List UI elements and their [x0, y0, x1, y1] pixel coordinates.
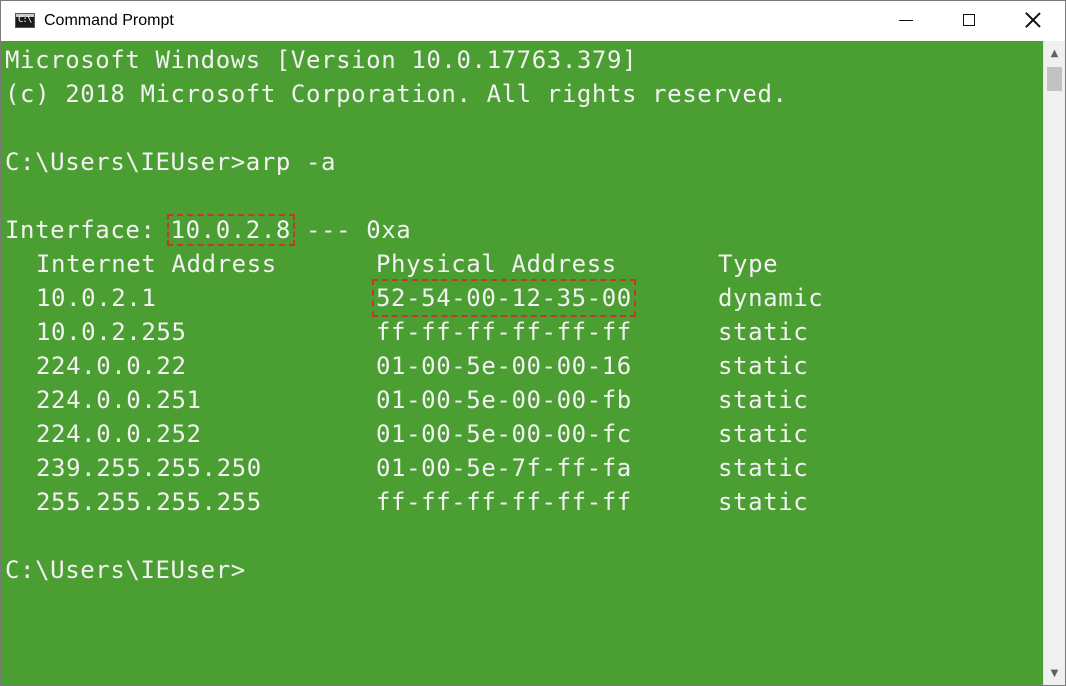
maximize-button[interactable] — [937, 1, 1001, 39]
row-internet-address: 224.0.0.22 — [36, 352, 187, 380]
title-bar[interactable]: C:\ Command Prompt — [1, 1, 1065, 41]
console-output[interactable]: Microsoft Windows [Version 10.0.17763.37… — [1, 41, 1043, 685]
header-internet-address: Internet Address — [36, 250, 277, 278]
console-prompt[interactable]: C:\Users\IEUser> — [5, 553, 246, 587]
row-type: static — [718, 352, 809, 380]
row-physical-address: 01-00-5e-00-00-fc — [376, 420, 632, 448]
interface-line: Interface: 10.0.2.8 --- 0xa — [5, 213, 411, 247]
interface-suffix: --- 0xa — [290, 216, 412, 244]
scroll-thumb[interactable] — [1047, 67, 1062, 91]
row-internet-address: 224.0.0.252 — [36, 420, 202, 448]
console-line-command: C:\Users\IEUser>arp -a — [5, 148, 337, 176]
command-prompt-window: C:\ Command Prompt Microsoft Windows [Ve… — [0, 0, 1066, 686]
vertical-scrollbar[interactable]: ▲ ▼ — [1043, 41, 1065, 685]
header-physical-address: Physical Address — [376, 250, 617, 278]
window-title: Command Prompt — [44, 12, 174, 29]
icon-glyph: C:\ — [18, 15, 32, 25]
header-type: Type — [718, 250, 779, 278]
row-type: static — [718, 454, 809, 482]
interface-ip-highlight: 10.0.2.8 — [166, 214, 295, 246]
row-internet-address: 224.0.0.251 — [36, 386, 202, 414]
row-physical-address: 01-00-5e-00-00-fb — [376, 386, 632, 414]
row-internet-address: 255.255.255.255 — [36, 488, 262, 516]
row-internet-address: 10.0.2.255 — [36, 318, 187, 346]
minimize-button[interactable] — [874, 1, 938, 39]
row-physical-address: 01-00-5e-00-00-16 — [376, 352, 632, 380]
minimize-icon — [899, 19, 913, 21]
console-line-copyright: (c) 2018 Microsoft Corporation. All righ… — [5, 80, 788, 108]
scroll-down-arrow-icon[interactable]: ▼ — [1044, 663, 1065, 683]
row-internet-address: 10.0.2.1 — [36, 284, 157, 312]
row-type: dynamic — [718, 284, 824, 312]
maximize-icon — [963, 14, 975, 26]
row-type: static — [718, 488, 809, 516]
row-physical-address-highlight: 52-54-00-12-35-00 — [372, 279, 636, 317]
row-internet-address: 239.255.255.250 — [36, 454, 262, 482]
row-physical-address: 01-00-5e-7f-ff-fa — [376, 454, 632, 482]
scroll-up-arrow-icon[interactable]: ▲ — [1044, 43, 1065, 63]
row-type: static — [718, 420, 809, 448]
row-type: static — [718, 386, 809, 414]
row-type: static — [718, 318, 809, 346]
row-physical-address: ff-ff-ff-ff-ff-ff — [376, 488, 632, 516]
row-physical-address: ff-ff-ff-ff-ff-ff — [376, 318, 632, 346]
console-line-version: Microsoft Windows [Version 10.0.17763.37… — [5, 46, 638, 74]
close-button[interactable] — [1001, 1, 1065, 39]
interface-prefix: Interface: — [5, 216, 171, 244]
close-icon — [1025, 12, 1041, 28]
command-prompt-icon[interactable]: C:\ — [15, 13, 35, 28]
